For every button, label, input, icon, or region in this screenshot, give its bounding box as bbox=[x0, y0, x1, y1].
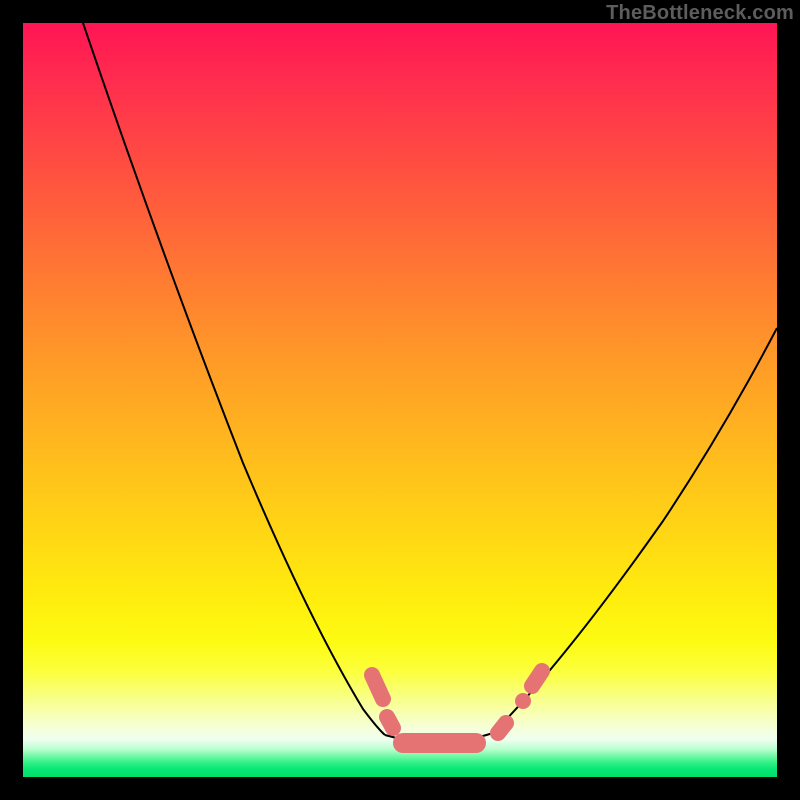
watermark-text: TheBottleneck.com bbox=[606, 2, 794, 25]
plot-area bbox=[23, 23, 777, 777]
right-lower-lobe bbox=[498, 723, 506, 733]
curve-layer bbox=[23, 23, 777, 777]
left-lower-lobe bbox=[387, 717, 393, 728]
left-branch bbox=[83, 23, 385, 735]
right-upper-dot bbox=[515, 693, 531, 709]
chart-frame: TheBottleneck.com bbox=[0, 0, 800, 800]
left-upper-lobe bbox=[372, 675, 383, 699]
right-upper-lobe bbox=[532, 671, 542, 686]
